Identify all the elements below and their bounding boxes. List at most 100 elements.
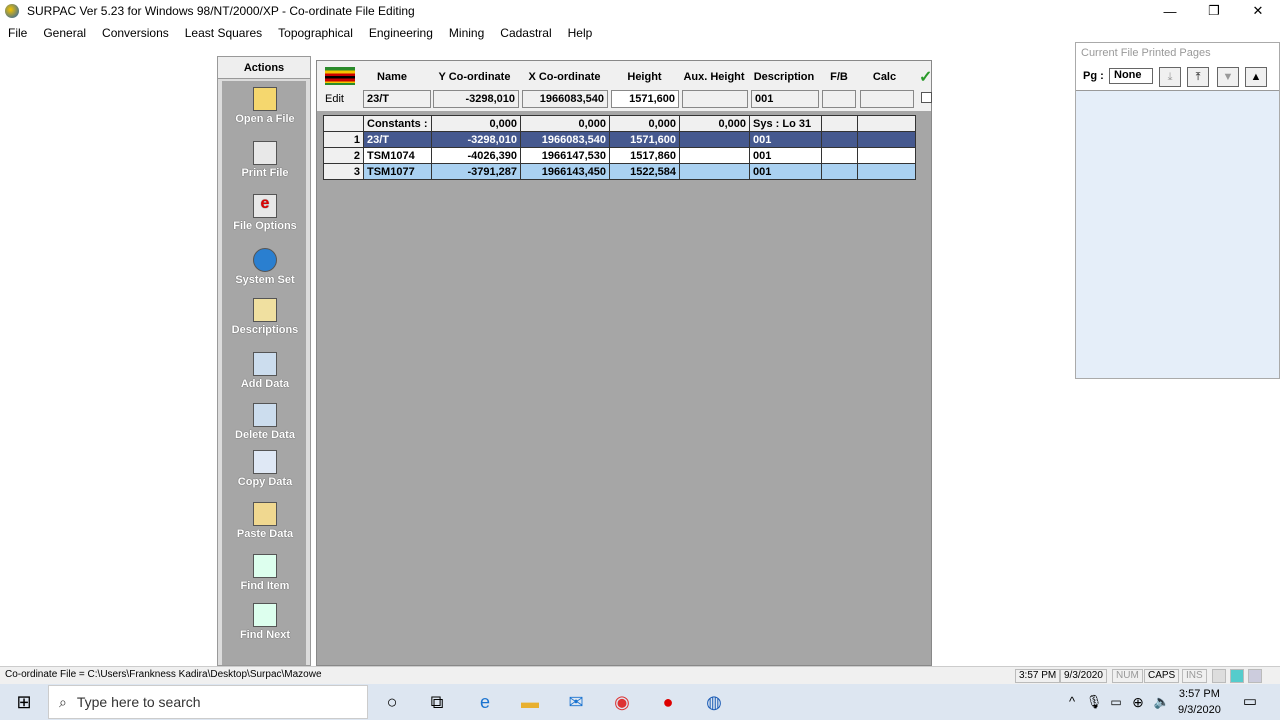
- label: File Options: [233, 220, 297, 232]
- edit-height-field[interactable]: 1571,600: [611, 90, 679, 108]
- restore-button[interactable]: ❐: [1192, 0, 1236, 22]
- cell[interactable]: 0,000: [679, 115, 750, 132]
- calendar-icon[interactable]: [1248, 669, 1262, 683]
- clock[interactable]: 3:57 PM 9/3/2020: [1178, 686, 1221, 718]
- menu-general[interactable]: General: [35, 26, 94, 40]
- add-data-icon: [253, 352, 277, 376]
- first-page-button[interactable]: ⤒: [1187, 67, 1209, 87]
- cell[interactable]: 1966147,530: [520, 147, 610, 164]
- battery-icon[interactable]: ▭: [1104, 690, 1128, 714]
- column-x: X Co-ordinate: [528, 71, 601, 83]
- label: Descriptions: [231, 324, 299, 336]
- notepad-icon[interactable]: [1212, 669, 1226, 683]
- row-number: 1: [323, 131, 364, 148]
- descriptions-button[interactable]: Descriptions: [222, 298, 308, 336]
- checkmark-icon[interactable]: ✓: [919, 67, 932, 87]
- cell[interactable]: 1571,600: [609, 131, 680, 148]
- menu-conversions[interactable]: Conversions: [94, 26, 177, 40]
- menu-least-squares[interactable]: Least Squares: [177, 26, 270, 40]
- calc-checkbox[interactable]: [921, 92, 932, 103]
- file-options-button[interactable]: e File Options: [222, 194, 308, 232]
- edit-name-field[interactable]: 23/T: [363, 90, 431, 108]
- table-row[interactable]: 2 TSM1074 -4026,390 1966147,530 1517,860 001: [323, 147, 916, 164]
- edit-fb-field[interactable]: [822, 90, 856, 108]
- taskbar-search[interactable]: ⌕ Type here to search: [48, 685, 368, 719]
- last-page-button[interactable]: ⤓: [1159, 67, 1181, 87]
- copy-data-button[interactable]: Copy Data: [222, 450, 308, 488]
- cell[interactable]: TSM1077: [363, 163, 432, 180]
- edge-icon[interactable]: e: [473, 690, 497, 714]
- volume-icon[interactable]: 🔈: [1150, 690, 1174, 714]
- edit-y-field[interactable]: -3298,010: [433, 90, 519, 108]
- label: Paste Data: [236, 528, 294, 540]
- delete-data-button[interactable]: Delete Data: [222, 403, 308, 441]
- chrome-icon[interactable]: ◉: [610, 690, 634, 714]
- menu-mining[interactable]: Mining: [441, 26, 492, 40]
- globe-icon: [253, 248, 277, 272]
- window-title: SURPAC Ver 5.23 for Windows 98/NT/2000/X…: [27, 4, 415, 18]
- cell[interactable]: [679, 147, 750, 164]
- label: Find Next: [239, 629, 291, 641]
- print-file-button[interactable]: Print File: [222, 141, 308, 179]
- open-file-button[interactable]: Open a File: [222, 87, 308, 125]
- column-name: Name: [377, 71, 407, 83]
- cell[interactable]: 001: [749, 163, 822, 180]
- menu-cadastral[interactable]: Cadastral: [492, 26, 559, 40]
- notifications-icon[interactable]: ▭: [1238, 690, 1262, 714]
- tray-chevron-icon[interactable]: ^: [1060, 690, 1084, 714]
- find-next-button[interactable]: Find Next: [222, 603, 308, 641]
- actions-panel: Actions Open a File Print File e File Opt…: [217, 56, 311, 666]
- edit-desc-field[interactable]: 001: [751, 90, 819, 108]
- microphone-icon[interactable]: 🎙: [1082, 690, 1106, 714]
- mail-icon[interactable]: ✉: [564, 690, 588, 714]
- cell[interactable]: -3298,010: [431, 131, 521, 148]
- next-page-button[interactable]: ▼: [1217, 67, 1239, 87]
- add-data-button[interactable]: Add Data: [222, 352, 308, 390]
- menu-help[interactable]: Help: [560, 26, 601, 40]
- table-row[interactable]: 1 23/T -3298,010 1966083,540 1571,600 001: [323, 131, 916, 148]
- cell[interactable]: 001: [749, 147, 822, 164]
- cell[interactable]: Sys : Lo 31: [749, 115, 822, 132]
- find-item-button[interactable]: Find Item: [222, 554, 308, 592]
- cell[interactable]: 1966143,450: [520, 163, 610, 180]
- cell[interactable]: [679, 163, 750, 180]
- task-view-icon[interactable]: ⧉: [425, 690, 449, 714]
- minimize-button[interactable]: —: [1148, 0, 1192, 22]
- cell[interactable]: 001: [749, 131, 822, 148]
- surpac-icon[interactable]: ◍: [702, 690, 726, 714]
- system-set-button[interactable]: System Set: [222, 248, 308, 286]
- status-date: 9/3/2020: [1060, 669, 1107, 683]
- menu-engineering[interactable]: Engineering: [361, 26, 441, 40]
- edit-x-field[interactable]: 1966083,540: [522, 90, 608, 108]
- cell[interactable]: -3791,287: [431, 163, 521, 180]
- cell[interactable]: 0,000: [431, 115, 521, 132]
- cell[interactable]: 1966083,540: [520, 131, 610, 148]
- find-icon: [253, 554, 277, 578]
- cell[interactable]: 23/T: [363, 131, 432, 148]
- taskbar: ⊞ ⌕ Type here to search ○ ⧉ e ▬ ✉ ◉ ● ◍ ^…: [0, 684, 1280, 720]
- cell[interactable]: 1517,860: [609, 147, 680, 164]
- network-icon[interactable]: ⊕: [1126, 690, 1150, 714]
- file-explorer-icon[interactable]: ▬: [518, 690, 542, 714]
- edit-calc-field[interactable]: [860, 90, 914, 108]
- prev-page-button[interactable]: ▲: [1245, 67, 1267, 87]
- calculator-icon[interactable]: [1230, 669, 1244, 683]
- search-icon: ⌕: [59, 693, 67, 710]
- close-button[interactable]: ✕: [1236, 0, 1280, 22]
- windows-start-icon[interactable]: ⊞: [12, 690, 36, 714]
- cell[interactable]: [679, 131, 750, 148]
- cell[interactable]: -4026,390: [431, 147, 521, 164]
- cell[interactable]: TSM1074: [363, 147, 432, 164]
- table-row[interactable]: 3 TSM1077 -3791,287 1966143,450 1522,584 001: [323, 163, 916, 180]
- menu-file[interactable]: File: [0, 26, 35, 40]
- edit-aux-field[interactable]: [682, 90, 748, 108]
- folder-icon: [253, 87, 277, 111]
- recorder-icon[interactable]: ●: [656, 690, 680, 714]
- paste-data-button[interactable]: Paste Data: [222, 502, 308, 540]
- cell[interactable]: 0,000: [609, 115, 680, 132]
- label: Copy Data: [237, 476, 293, 488]
- cell[interactable]: 1522,584: [609, 163, 680, 180]
- menu-topographical[interactable]: Topographical: [270, 26, 361, 40]
- cell[interactable]: 0,000: [520, 115, 610, 132]
- cortana-icon[interactable]: ○: [380, 690, 404, 714]
